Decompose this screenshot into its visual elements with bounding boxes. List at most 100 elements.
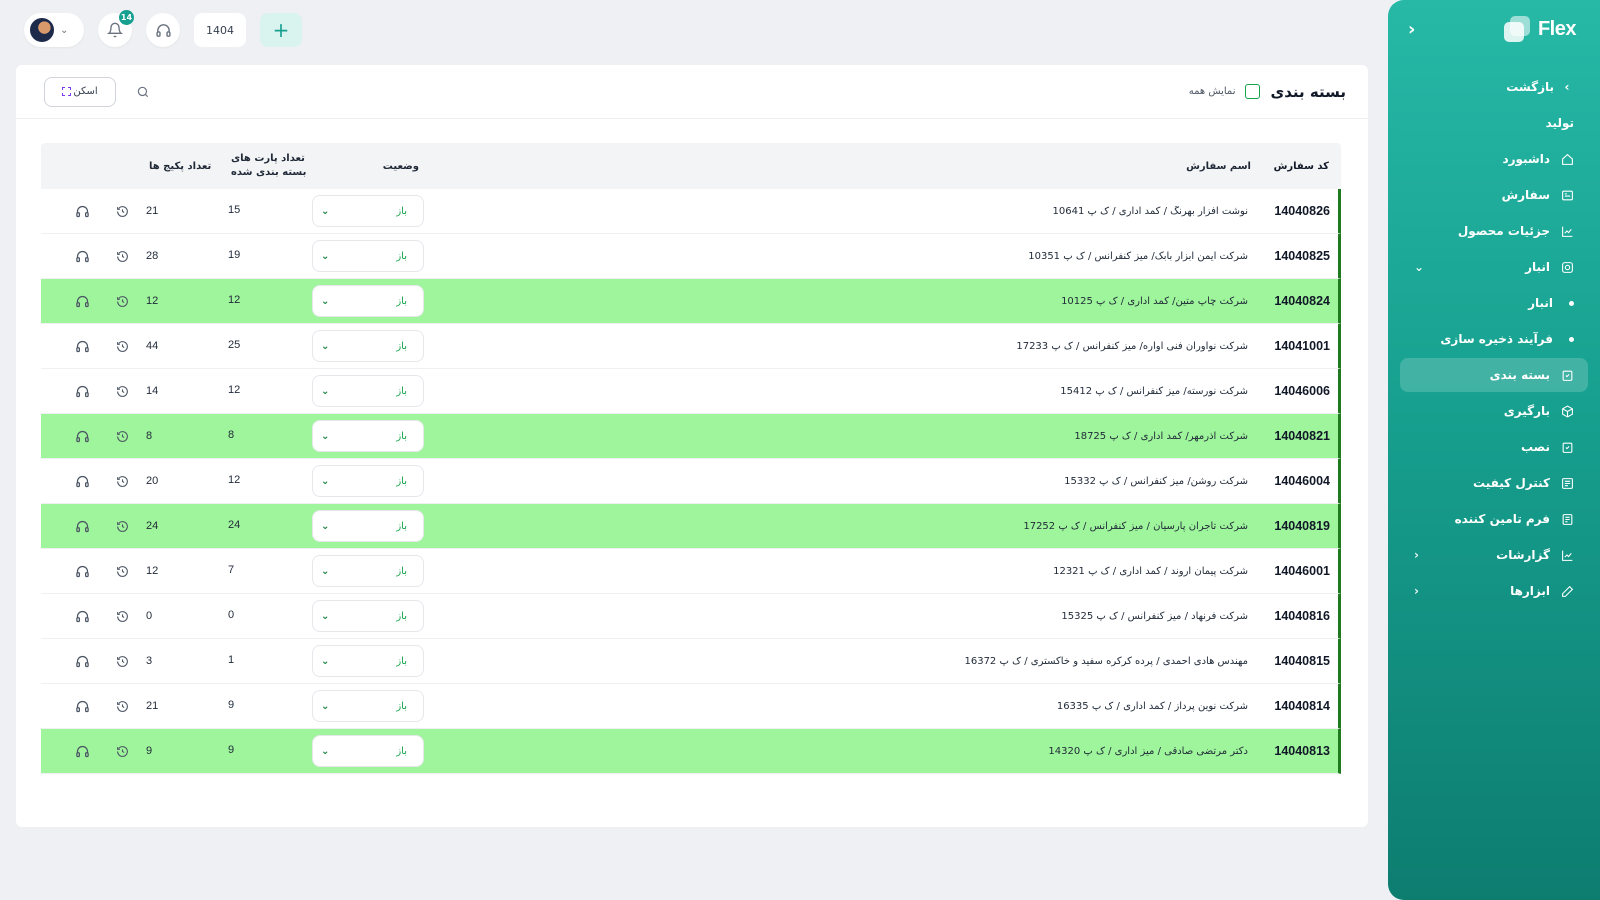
headset-icon[interactable] <box>62 204 102 219</box>
history-icon[interactable] <box>102 385 142 398</box>
package-icon <box>1560 368 1574 382</box>
table-row[interactable]: 14040824 شرکت چاپ متین/ کمد اداری / ک پ 1… <box>41 279 1341 324</box>
header-parts: تعداد پارت های بسته بندی شده <box>227 152 311 181</box>
headset-icon[interactable] <box>62 384 102 399</box>
sidebar-item-8[interactable]: نصب <box>1400 430 1588 464</box>
section-production: تولید <box>1400 106 1588 140</box>
headset-icon[interactable] <box>62 609 102 624</box>
chevron-down-icon: ⌄ <box>321 250 330 262</box>
packed-parts-count: 9 <box>228 699 235 712</box>
table-row[interactable]: 14040814 شرکت نوین پرداز / کمد اداری / ک … <box>41 684 1341 729</box>
sidebar-item-6[interactable]: بسته بندی <box>1400 358 1588 392</box>
history-icon[interactable] <box>102 250 142 263</box>
fiscal-year-selector[interactable]: 1404 <box>194 13 246 47</box>
headset-icon[interactable] <box>62 699 102 714</box>
chevron-down-icon: ⌄ <box>321 655 330 667</box>
notifications-button[interactable]: 14 <box>98 10 134 47</box>
status-select[interactable]: باز ⌄ <box>312 735 424 767</box>
status-select[interactable]: باز ⌄ <box>312 510 424 542</box>
brand-logo[interactable]: Flex <box>1503 16 1577 42</box>
show-all-checkbox[interactable] <box>1245 84 1261 99</box>
table-row[interactable]: 14046004 شرکت روشن/ میز کنفرانس / ک پ 153… <box>41 459 1341 504</box>
sidebar-item-7[interactable]: بارگیری <box>1400 394 1588 428</box>
status-select[interactable]: باز ⌄ <box>312 420 424 452</box>
history-icon[interactable] <box>102 475 142 488</box>
sidebar-item-5[interactable]: فرآیند ذخیره سازی <box>1400 322 1588 356</box>
search-icon[interactable] <box>136 85 150 99</box>
table-row[interactable]: 14040826 نوشت افزار بهرنگ / کمد اداری / ک… <box>41 189 1341 234</box>
sidebar: Flex ‹ › بازگشت تولید داشبورد سفارش جزئیات… <box>1388 0 1600 900</box>
back-button[interactable]: › بازگشت <box>1400 70 1588 104</box>
history-icon[interactable] <box>102 700 142 713</box>
chevron-down-icon: ⌄ <box>321 430 330 442</box>
history-icon[interactable] <box>102 565 142 578</box>
history-icon[interactable] <box>102 655 142 668</box>
user-menu[interactable]: ⌄ <box>24 13 84 47</box>
table-row[interactable]: 14040813 دکتر مرتضی صادقی / میز اداری / ک… <box>41 729 1341 774</box>
sidebar-item-1[interactable]: سفارش <box>1400 178 1588 212</box>
status-value: باز <box>396 250 407 262</box>
status-select[interactable]: باز ⌄ <box>312 600 424 632</box>
status-cell: باز ⌄ <box>308 600 424 632</box>
scan-label: اسکن <box>73 86 98 97</box>
history-icon[interactable] <box>102 340 142 353</box>
headset-icon[interactable] <box>62 249 102 264</box>
report-icon <box>1560 548 1574 562</box>
status-select[interactable]: باز ⌄ <box>312 690 424 722</box>
headset-icon[interactable] <box>62 654 102 669</box>
headset-icon[interactable] <box>62 429 102 444</box>
history-icon[interactable] <box>102 745 142 758</box>
sidebar-item-9[interactable]: کنترل کیفیت <box>1400 466 1588 500</box>
table-row[interactable]: 14046001 شرکت پیمان اروند / کمد اداری / ک… <box>41 549 1341 594</box>
status-select[interactable]: باز ⌄ <box>312 240 424 272</box>
order-name: شرکت نوین پرداز / کمد اداری / ک پ 16335 <box>1056 700 1248 712</box>
chevron-down-icon: ⌄ <box>321 295 330 307</box>
status-select[interactable]: باز ⌄ <box>312 330 424 362</box>
table-row[interactable]: 14040821 شرکت آذرمهر/ کمد اداری / ک پ 187… <box>41 414 1341 459</box>
sidebar-item-10[interactable]: فرم تامین کننده <box>1400 502 1588 536</box>
status-select[interactable]: باز ⌄ <box>312 465 424 497</box>
packages-count: 21 <box>146 700 159 712</box>
table-row[interactable]: 14040825 شرکت ایمن ابزار بابک/ میز کنفران… <box>41 234 1341 279</box>
packed-parts-count: 24 <box>228 519 241 532</box>
headset-icon[interactable] <box>62 294 102 309</box>
order-name: شرکت نوآوران فنی آواره/ میز کنفرانس / ک … <box>1016 340 1248 352</box>
support-button[interactable] <box>146 13 180 47</box>
headset-icon[interactable] <box>62 474 102 489</box>
status-select[interactable]: باز ⌄ <box>312 375 424 407</box>
table-row[interactable]: 14040819 شرکت تاجران پارسیان / میز کنفران… <box>41 504 1341 549</box>
sidebar-item-3[interactable]: انبار ⌄ <box>1400 250 1588 284</box>
table-row[interactable]: 14040815 مهندس هادی احمدی / پرده کرکره سف… <box>41 639 1341 684</box>
headset-icon <box>155 23 171 37</box>
history-icon[interactable] <box>102 205 142 218</box>
history-icon[interactable] <box>102 610 142 623</box>
packed-parts-count: 12 <box>228 474 241 487</box>
order-code: 14040825 <box>1274 249 1330 263</box>
sidebar-item-4[interactable]: انبار <box>1400 286 1588 320</box>
add-button[interactable]: + <box>260 13 302 47</box>
history-icon[interactable] <box>102 430 142 443</box>
packages-count: 44 <box>146 340 159 352</box>
history-icon[interactable] <box>102 520 142 533</box>
status-select[interactable]: باز ⌄ <box>312 285 424 317</box>
status-select[interactable]: باز ⌄ <box>312 195 424 227</box>
sidebar-item-label: نصب <box>1520 440 1550 454</box>
table-row[interactable]: 14040816 شرکت فرنهاد / میز کنفرانس / ک پ … <box>41 594 1341 639</box>
headset-icon[interactable] <box>62 564 102 579</box>
table-row[interactable]: 14046006 شرکت نورسته/ میز کنفرانس / ک پ 1… <box>41 369 1341 414</box>
status-value: باز <box>396 295 407 307</box>
sidebar-item-0[interactable]: داشبورد <box>1400 142 1588 176</box>
status-select[interactable]: باز ⌄ <box>312 645 424 677</box>
status-select[interactable]: باز ⌄ <box>312 555 424 587</box>
headset-icon[interactable] <box>62 339 102 354</box>
collapse-sidebar-button[interactable]: ‹ <box>1408 19 1415 40</box>
sidebar-item-2[interactable]: جزئیات محصول <box>1400 214 1588 248</box>
headset-icon[interactable] <box>62 519 102 534</box>
history-icon[interactable] <box>102 295 142 308</box>
table-row[interactable]: 14041001 شرکت نوآوران فنی آواره/ میز کنفر… <box>41 324 1341 369</box>
scan-button[interactable]: اسکن <box>44 76 116 107</box>
headset-icon[interactable] <box>62 744 102 759</box>
sidebar-item-12[interactable]: ابزارها ‹ <box>1400 574 1588 608</box>
packed-parts-count: 1 <box>228 654 235 667</box>
sidebar-item-11[interactable]: گزارشات ‹ <box>1400 538 1588 572</box>
